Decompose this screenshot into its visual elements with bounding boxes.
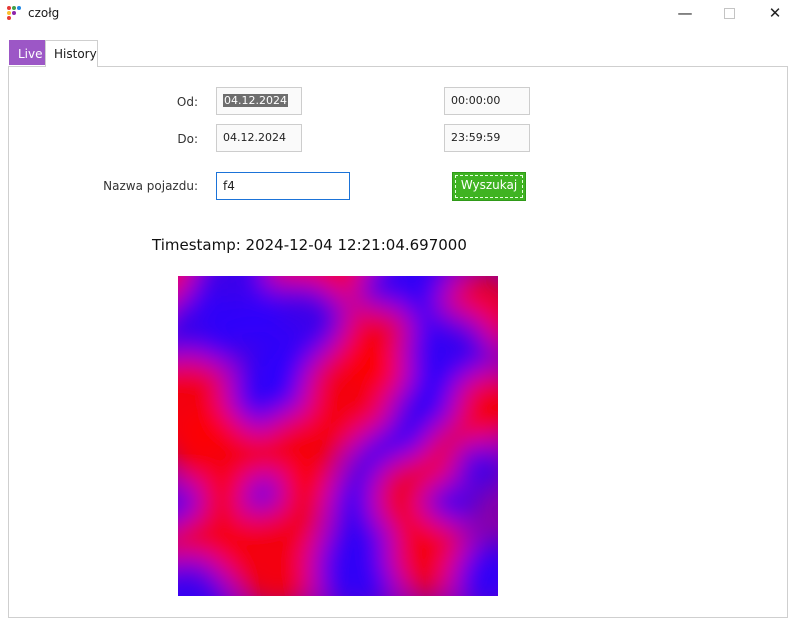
to-time-input[interactable]: 23:59:59 bbox=[444, 124, 530, 152]
title-bar: czołg — ✕ bbox=[0, 0, 795, 28]
from-label: Od: bbox=[176, 95, 198, 109]
search-button[interactable]: Wyszukaj bbox=[452, 172, 526, 201]
to-date-input[interactable]: 04.12.2024 bbox=[216, 124, 302, 152]
maximize-icon bbox=[723, 8, 735, 19]
maximize-button[interactable] bbox=[706, 0, 752, 26]
vehicle-name-label: Nazwa pojazdu: bbox=[103, 179, 198, 193]
timestamp-label: Timestamp: 2024-12-04 12:21:04.697000 bbox=[152, 236, 467, 254]
from-date-input[interactable]: 04.12.2024 bbox=[216, 87, 302, 115]
vehicle-name-input[interactable]: f4 bbox=[216, 172, 350, 200]
app-icon bbox=[7, 6, 21, 20]
from-date-value: 04.12.2024 bbox=[223, 94, 288, 107]
tab-history[interactable]: History bbox=[45, 40, 98, 67]
heatmap-blob bbox=[328, 476, 378, 526]
close-button[interactable]: ✕ bbox=[752, 0, 795, 26]
to-label: Do: bbox=[177, 132, 198, 146]
window-title: czołg bbox=[28, 6, 60, 20]
from-time-input[interactable]: 00:00:00 bbox=[444, 87, 530, 115]
minimize-button[interactable]: — bbox=[662, 0, 708, 26]
tab-live[interactable]: Live bbox=[9, 40, 45, 65]
heatmap-image bbox=[178, 276, 498, 596]
